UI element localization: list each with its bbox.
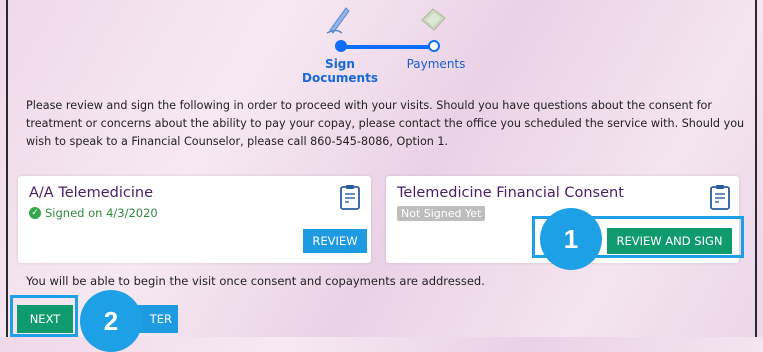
callout-number-2: 2 — [80, 290, 142, 352]
review-and-sign-button[interactable]: REVIEW AND SIGN — [607, 228, 732, 254]
card-title: Telemedicine Financial Consent — [397, 185, 624, 201]
step-label-payments: Payments — [406, 57, 466, 71]
step-dot-sign-documents — [335, 40, 347, 52]
step-label-line1: Sign — [325, 57, 355, 71]
clipboard-icon — [710, 185, 730, 210]
partial-button-label: TER — [149, 312, 172, 326]
document-card-aa-telemedicine: A/A Telemedicine ✓ Signed on 4/3/2020 RE… — [18, 176, 371, 263]
money-icon — [421, 8, 446, 31]
clipboard-icon — [340, 185, 360, 210]
review-button[interactable]: REVIEW — [303, 229, 367, 253]
signed-status: ✓ Signed on 4/3/2020 — [29, 206, 158, 220]
signed-status-text: Signed on 4/3/2020 — [45, 206, 158, 220]
step-dot-payments — [428, 40, 440, 52]
consent-note: You will be able to begin the visit once… — [26, 274, 485, 288]
next-button[interactable]: NEXT — [17, 305, 73, 333]
step-label-line2: Documents — [302, 71, 378, 85]
not-signed-badge: Not Signed Yet — [397, 206, 486, 221]
callout-number-1: 1 — [540, 208, 602, 270]
card-title: A/A Telemedicine — [29, 185, 153, 201]
intro-text: Please review and sign the following in … — [26, 99, 745, 148]
pen-icon — [326, 7, 350, 34]
stepper-progress-line — [342, 45, 430, 49]
check-circle-icon: ✓ — [29, 207, 41, 219]
step-label-sign-documents: Sign Documents — [300, 57, 380, 85]
